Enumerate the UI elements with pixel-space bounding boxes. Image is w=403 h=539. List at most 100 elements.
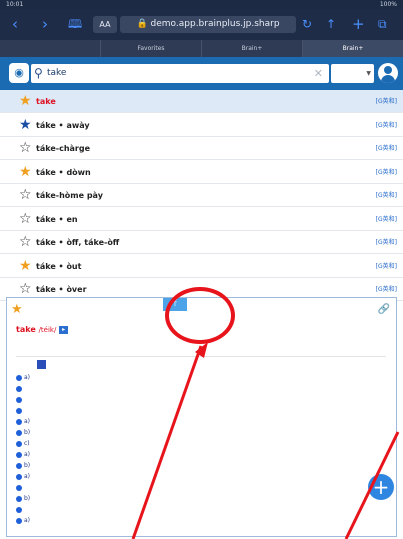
sense-item: a): [16, 517, 30, 525]
result-row[interactable]: ☆ táke-chàrge [G英和]: [0, 137, 403, 160]
sense-text: a): [24, 517, 31, 524]
result-row[interactable]: ★ táke • òut [G英和]: [0, 255, 403, 278]
browser-tab-2[interactable]: Favorites: [101, 40, 202, 57]
clear-icon[interactable]: ✕: [314, 64, 323, 83]
result-word: táke • dòwn: [36, 167, 91, 177]
reader-button[interactable]: AA: [93, 16, 117, 33]
result-row[interactable]: ★ táke • dòwn [G英和]: [0, 161, 403, 184]
search-mode-select[interactable]: ▼: [331, 64, 374, 83]
sense-number-icon: [16, 374, 22, 381]
star-icon[interactable]: ☆: [19, 140, 32, 156]
sense-number-icon: [16, 473, 22, 480]
sense-text: b): [24, 462, 31, 469]
app-logo-icon[interactable]: ◉: [9, 63, 29, 83]
star-icon[interactable]: ☆: [19, 234, 32, 250]
result-source-tag: [G英和]: [375, 215, 397, 223]
add-button[interactable]: +: [368, 474, 394, 500]
tabs-icon[interactable]: ⧉: [378, 16, 387, 32]
sense-text: a): [24, 374, 31, 381]
forward-icon[interactable]: ›: [42, 16, 48, 32]
browser-tab-1[interactable]: [0, 40, 101, 57]
url-text: demo.app.brainplus.jp.sharp: [150, 19, 280, 29]
sense-number-icon: [16, 517, 22, 524]
search-input[interactable]: take: [47, 64, 66, 83]
result-source-tag: [G英和]: [375, 239, 397, 246]
back-icon[interactable]: ‹: [12, 16, 18, 32]
chevron-down-icon: ▼: [366, 70, 371, 77]
browser-tab-4[interactable]: Brain+: [303, 40, 403, 57]
result-source-tag: [G英和]: [375, 262, 397, 270]
sense-number-icon: [16, 385, 22, 392]
result-word: táke • òff, táke-òff: [36, 238, 120, 247]
result-source-tag: [G英和]: [375, 121, 397, 129]
star-icon[interactable]: ☆: [19, 187, 32, 203]
result-source-tag: [G英和]: [375, 192, 397, 199]
result-word: take: [36, 97, 56, 106]
bookmarks-icon[interactable]: 🕮: [68, 16, 82, 32]
sense-item: b): [16, 495, 30, 503]
entry-detail-panel: ⤒ ★ 🔗 take /téik/ ▸ a) a) b) c) a) b) a) b) a): [6, 297, 397, 537]
result-row[interactable]: ☆ táke • en [G英和]: [0, 208, 403, 231]
sense-number-icon: [16, 451, 22, 458]
sense-item: b): [16, 429, 30, 437]
result-source-tag: [G英和]: [375, 168, 397, 176]
sense-number-icon: [16, 495, 22, 502]
audio-icon[interactable]: ▸: [59, 325, 69, 334]
result-source-tag: [G英和]: [375, 145, 397, 152]
favorite-star-icon[interactable]: ★: [11, 302, 23, 317]
sense-text: b): [24, 495, 31, 502]
collapse-arrow-icon[interactable]: ⤒: [163, 298, 187, 311]
part-of-speech-badge: [37, 360, 46, 369]
sense-text: a): [24, 473, 31, 480]
browser-tabs: Favorites Brain+ Brain+: [0, 40, 403, 57]
status-time: 10:01: [6, 1, 24, 8]
status-battery: 100%: [379, 1, 397, 8]
sense-item: [16, 407, 24, 415]
url-bar[interactable]: 🔒 demo.app.brainplus.jp.sharp: [120, 16, 296, 33]
app-header: ◉ ⚲ take ✕ ▼: [0, 57, 403, 90]
star-icon[interactable]: ★: [19, 93, 32, 109]
star-icon[interactable]: ★: [19, 117, 32, 133]
divider: [16, 356, 386, 357]
result-row[interactable]: ☆ táke-hòme pày [G英和]: [0, 184, 403, 207]
sense-text: b): [24, 429, 31, 436]
sense-item: a): [16, 451, 30, 459]
share-icon[interactable]: ↑: [326, 16, 336, 32]
pronunciation: /téik/: [38, 326, 57, 334]
sense-number-icon: [16, 429, 22, 436]
result-word: táke-chàrge: [36, 144, 91, 153]
result-row[interactable]: ☆ táke • òff, táke-òff [G英和]: [0, 231, 403, 254]
user-avatar-icon[interactable]: [378, 63, 398, 83]
link-icon[interactable]: 🔗: [378, 304, 390, 315]
entry-headword: take /téik/ ▸: [16, 325, 69, 334]
star-icon[interactable]: ☆: [19, 211, 32, 227]
headword-text: take: [16, 325, 36, 334]
result-row[interactable]: ★ táke • awày [G英和]: [0, 114, 403, 137]
result-word: táke-hòme pày: [36, 191, 103, 200]
sense-number-icon: [16, 506, 22, 513]
sense-number-icon: [16, 418, 22, 425]
sense-item: a): [16, 418, 30, 426]
sense-item: a): [16, 374, 30, 382]
star-icon[interactable]: ★: [19, 164, 32, 180]
sense-item: [16, 484, 24, 492]
search-box[interactable]: ⚲ take ✕: [31, 64, 329, 83]
status-bar: 10:01 100%: [0, 0, 403, 9]
result-word: táke • awày: [36, 120, 90, 130]
sense-item: [16, 385, 24, 393]
sense-item: a): [16, 473, 30, 481]
new-tab-icon[interactable]: +: [352, 16, 365, 32]
browser-tab-3[interactable]: Brain+: [202, 40, 303, 57]
result-source-tag: [G英和]: [375, 98, 397, 105]
lock-icon: 🔒: [136, 19, 148, 29]
result-row[interactable]: ★ take [G英和]: [0, 90, 403, 113]
sense-text: a): [24, 418, 31, 425]
result-word: táke • òut: [36, 261, 82, 271]
sense-number-icon: [16, 407, 22, 414]
star-icon[interactable]: ☆: [19, 281, 32, 297]
reload-icon[interactable]: ↻: [302, 16, 312, 32]
sense-item: [16, 396, 24, 404]
sense-number-icon: [16, 396, 22, 403]
star-icon[interactable]: ★: [19, 258, 32, 274]
sense-item: c): [16, 440, 30, 448]
